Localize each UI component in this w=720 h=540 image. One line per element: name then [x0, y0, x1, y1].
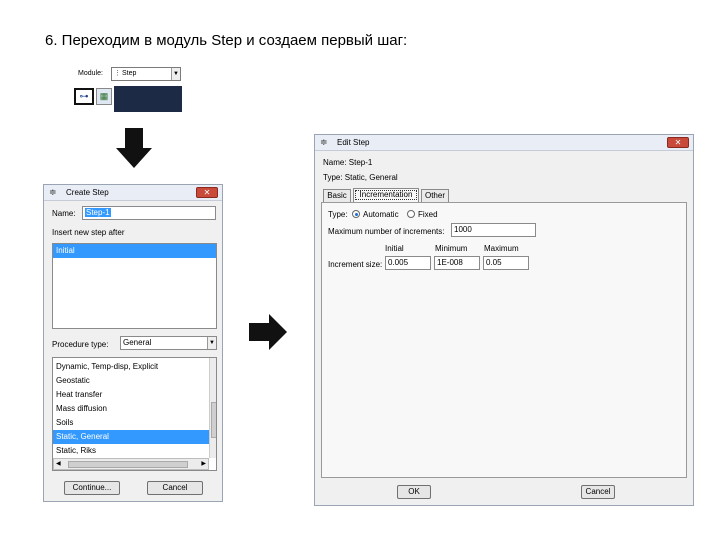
module-label: Module: — [78, 70, 103, 77]
abaqus-icon: ≑ — [320, 137, 328, 147]
list-item[interactable]: Dynamic, Temp-disp, Explicit — [53, 360, 209, 374]
automatic-label: Automatic — [363, 210, 399, 219]
scroll-left-icon[interactable]: ◀ — [56, 460, 61, 467]
create-step-dialog: ≑ Create Step ✕ Name: Step-1 Insert new … — [43, 184, 223, 502]
maximum-increment-input[interactable]: 0.05 — [483, 256, 529, 270]
insert-after-label: Insert new step after — [52, 228, 125, 237]
initial-column-label: Initial — [385, 244, 404, 253]
list-item[interactable]: Geostatic — [53, 374, 209, 388]
procedure-hscrollbar[interactable]: ◀ ▶ — [53, 458, 209, 470]
procedure-type-value: General — [123, 338, 152, 347]
close-icon[interactable]: ✕ — [667, 137, 689, 148]
maximum-column-label: Maximum — [484, 244, 519, 253]
max-increments-input[interactable]: 1000 — [451, 223, 536, 237]
name-label: Name: — [52, 209, 76, 218]
list-item[interactable]: Heat transfer — [53, 388, 209, 402]
tab-incrementation[interactable]: Incrementation — [353, 188, 419, 202]
procedure-type-label: Procedure type: — [52, 340, 109, 349]
close-icon[interactable]: ✕ — [196, 187, 218, 198]
step-type-line: Type: Static, General — [323, 173, 398, 182]
list-item[interactable]: Initial — [53, 244, 216, 258]
arrow-down-icon — [116, 128, 152, 168]
max-increments-label: Maximum number of increments: — [328, 227, 445, 236]
fixed-label: Fixed — [418, 210, 438, 219]
chevron-down-icon[interactable]: ▼ — [171, 68, 180, 80]
step-manager-icon[interactable]: ⊶ — [74, 88, 94, 105]
module-select[interactable]: ⋮ Step ▼ — [111, 67, 181, 81]
insert-after-list[interactable]: Initial — [52, 243, 217, 329]
grip-icon: ⋮ — [114, 70, 121, 77]
procedure-list[interactable]: Dynamic, Temp-disp, Explicit Geostatic H… — [52, 357, 217, 471]
maximum-increment-value: 0.05 — [486, 258, 502, 267]
increment-size-label: Increment size: — [328, 260, 383, 269]
tab-basic[interactable]: Basic — [323, 189, 351, 202]
chevron-down-icon[interactable]: ▼ — [207, 337, 216, 349]
step-name-line: Name: Step-1 — [323, 158, 373, 167]
ok-button[interactable]: OK — [397, 485, 431, 499]
edit-step-titlebar[interactable]: ≑ Edit Step ✕ — [315, 135, 693, 151]
edit-step-dialog: ≑ Edit Step ✕ Name: Step-1 Type: Static,… — [314, 134, 694, 506]
create-step-title: Create Step — [66, 188, 109, 197]
increment-type-label: Type: — [328, 210, 348, 219]
name-input[interactable]: Step-1 — [82, 206, 216, 220]
abaqus-icon: ≑ — [49, 187, 57, 197]
cancel-button[interactable]: Cancel — [581, 485, 615, 499]
initial-increment-value: 0.005 — [388, 258, 409, 267]
module-select-value: Step — [122, 70, 137, 77]
continue-button[interactable]: Continue... — [64, 481, 120, 495]
procedure-vscrollbar[interactable] — [209, 358, 216, 458]
list-item-selected[interactable]: Static, General — [53, 430, 209, 444]
fixed-radio[interactable] — [407, 210, 415, 218]
scroll-right-icon[interactable]: ▶ — [201, 460, 206, 467]
arrow-right-icon — [249, 314, 287, 350]
automatic-radio[interactable] — [352, 210, 360, 218]
minimum-increment-input[interactable]: 1E-008 — [434, 256, 480, 270]
tab-panel: Type: Automatic Fixed Maximum number of … — [321, 202, 687, 478]
field-output-icon[interactable]: ▦ — [96, 88, 112, 105]
scroll-thumb[interactable] — [211, 402, 216, 438]
initial-increment-input[interactable]: 0.005 — [385, 256, 431, 270]
name-input-value: Step-1 — [85, 208, 111, 217]
list-item[interactable]: Static, Riks — [53, 444, 209, 458]
cancel-button[interactable]: Cancel — [147, 481, 203, 495]
list-item[interactable]: Soils — [53, 416, 209, 430]
tab-other[interactable]: Other — [421, 189, 449, 202]
list-item[interactable]: Mass diffusion — [53, 402, 209, 416]
slide-heading: 6. Переходим в модуль Step и создаем пер… — [45, 32, 408, 49]
minimum-column-label: Minimum — [435, 244, 468, 253]
edit-step-title: Edit Step — [337, 138, 370, 147]
max-increments-value: 1000 — [454, 225, 472, 234]
toolbar-dark-panel — [114, 86, 182, 112]
minimum-increment-value: 1E-008 — [437, 258, 463, 267]
create-step-titlebar[interactable]: ≑ Create Step ✕ — [44, 185, 222, 201]
procedure-type-select[interactable]: General ▼ — [120, 336, 217, 350]
scroll-thumb-h[interactable] — [68, 461, 188, 468]
